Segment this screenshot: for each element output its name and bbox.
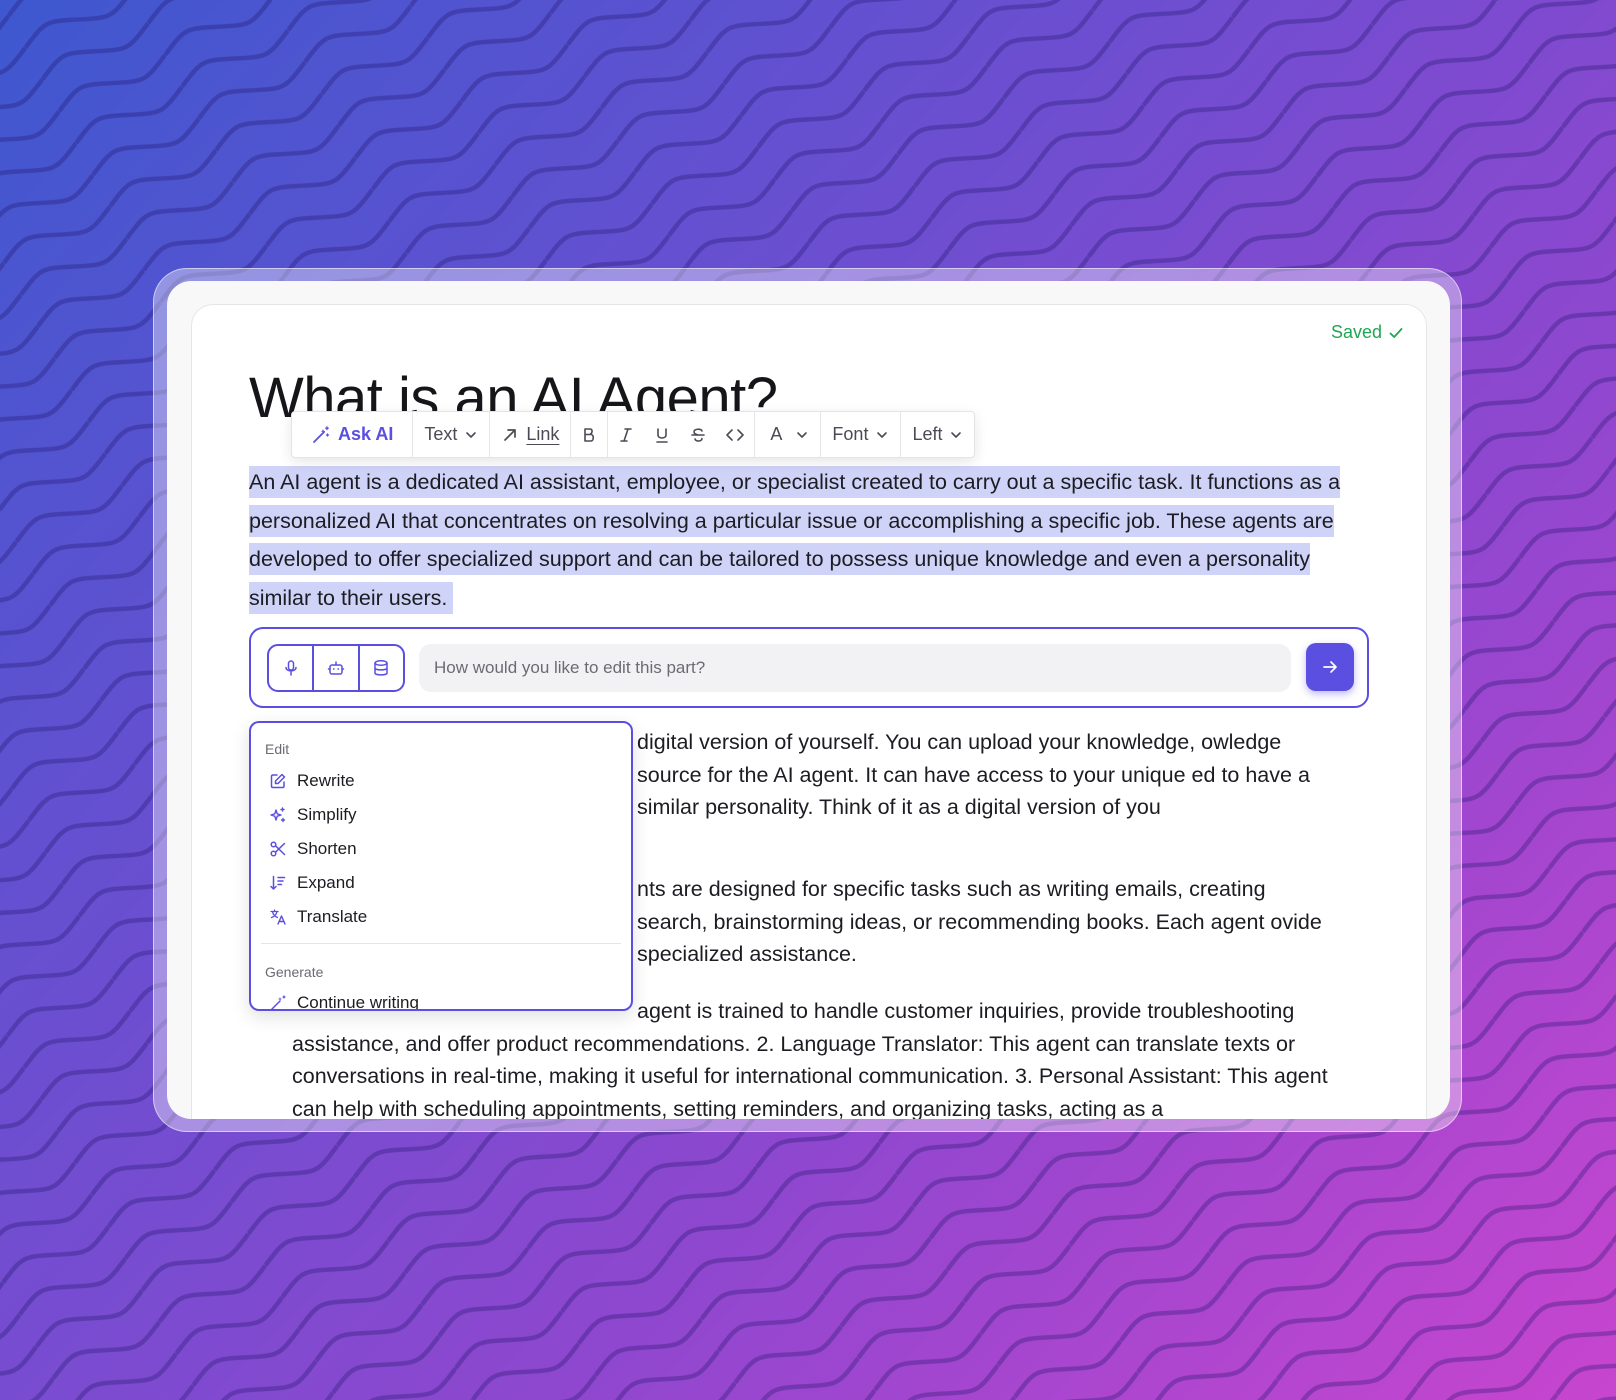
paragraph-3[interactable]: agent is trained to handle customer inqu…: [292, 995, 1352, 1119]
underline-button[interactable]: [644, 412, 680, 457]
saved-status: Saved: [1331, 322, 1404, 343]
text-color-dropdown[interactable]: A: [755, 412, 822, 457]
strikethrough-icon: [691, 427, 706, 442]
menu-item-continue-writing[interactable]: Continue writing: [251, 986, 631, 1011]
editor-window: Saved What is an AI Agent? An AI agent i…: [167, 281, 1450, 1119]
align-label: Left: [912, 424, 943, 444]
font-label: Font: [832, 424, 869, 444]
sparkles-icon: [270, 807, 286, 823]
bold-icon: [584, 427, 595, 442]
menu-item-label: Simplify: [297, 805, 357, 824]
menu-item-expand[interactable]: Expand: [251, 866, 631, 900]
menu-item-label: Translate: [297, 907, 368, 926]
document-title[interactable]: What is an AI Agent?: [249, 361, 777, 417]
expand-list-icon: [270, 875, 286, 890]
menu-item-label: Rewrite: [297, 771, 355, 790]
strikethrough-button[interactable]: [680, 412, 716, 457]
bold-button[interactable]: [571, 412, 609, 457]
database-button[interactable]: [360, 646, 403, 690]
text-style-dropdown[interactable]: Text: [413, 412, 491, 457]
saved-label: Saved: [1330, 322, 1382, 342]
menu-item-label: Shorten: [297, 839, 357, 858]
chevron-down-icon: [797, 431, 808, 438]
align-dropdown[interactable]: Left: [901, 412, 974, 457]
text-color-label: A: [770, 424, 783, 444]
paragraph-2[interactable]: nts are designed for specific tasks such…: [637, 873, 1337, 971]
check-icon: [1389, 327, 1403, 338]
menu-item-label: Continue writing: [297, 993, 419, 1011]
italic-button[interactable]: [608, 412, 644, 457]
chevron-down-icon: [877, 431, 888, 438]
chevron-down-icon: [951, 431, 962, 438]
code-button[interactable]: [716, 412, 756, 457]
document-page: Saved What is an AI Agent? An AI agent i…: [191, 304, 1427, 1119]
edit-actions-list: Rewrite Simplify Shorten Expand Translat…: [251, 764, 631, 934]
wand-icon: [271, 995, 286, 1009]
link-label: Link: [526, 424, 560, 444]
font-dropdown[interactable]: Font: [821, 412, 902, 457]
link-button[interactable]: Link: [490, 412, 572, 457]
menu-item-translate[interactable]: Translate: [251, 900, 631, 934]
bot-icon: [327, 661, 345, 675]
paragraph-1[interactable]: digital version of yourself. You can upl…: [637, 726, 1337, 824]
menu-item-shorten[interactable]: Shorten: [251, 832, 631, 866]
ai-prompt-input[interactable]: [419, 644, 1291, 692]
database-icon: [374, 660, 389, 676]
menu-divider: [261, 943, 621, 944]
arrow-right-icon: [1323, 661, 1337, 673]
menu-heading-edit: Edit: [265, 741, 290, 757]
chevron-down-icon: [466, 431, 477, 438]
ai-prompt-bar: [249, 627, 1369, 708]
menu-item-rewrite[interactable]: Rewrite: [251, 764, 631, 798]
prompt-tool-buttons: [267, 644, 405, 692]
pencil-square-icon: [270, 773, 286, 789]
microphone-button[interactable]: [269, 646, 315, 690]
text-style-label: Text: [424, 424, 458, 444]
menu-heading-generate: Generate: [265, 964, 324, 980]
selected-text[interactable]: An AI agent is a dedicated AI assistant,…: [249, 466, 1341, 614]
italic-icon: [620, 427, 633, 442]
formatting-toolbar: Ask AI Text Link A Font Left: [291, 411, 976, 458]
arrow-up-right-icon: [504, 428, 517, 441]
wand-icon: [313, 425, 330, 443]
ai-actions-menu: Edit Rewrite Simplify Shorten Expand Tra…: [249, 721, 633, 1011]
microphone-icon: [284, 660, 297, 676]
menu-item-simplify[interactable]: Simplify: [251, 798, 631, 832]
code-icon: [726, 428, 745, 441]
underline-icon: [656, 427, 669, 443]
menu-item-label: Expand: [297, 873, 355, 892]
translate-icon: [270, 909, 286, 925]
ask-ai-button[interactable]: Ask AI: [292, 412, 414, 457]
selected-paragraph[interactable]: An AI agent is a dedicated AI assistant,…: [249, 463, 1349, 617]
ask-ai-label: Ask AI: [338, 424, 394, 444]
send-button[interactable]: [1306, 643, 1354, 691]
scissors-icon: [270, 841, 286, 857]
bot-button[interactable]: [314, 646, 360, 690]
